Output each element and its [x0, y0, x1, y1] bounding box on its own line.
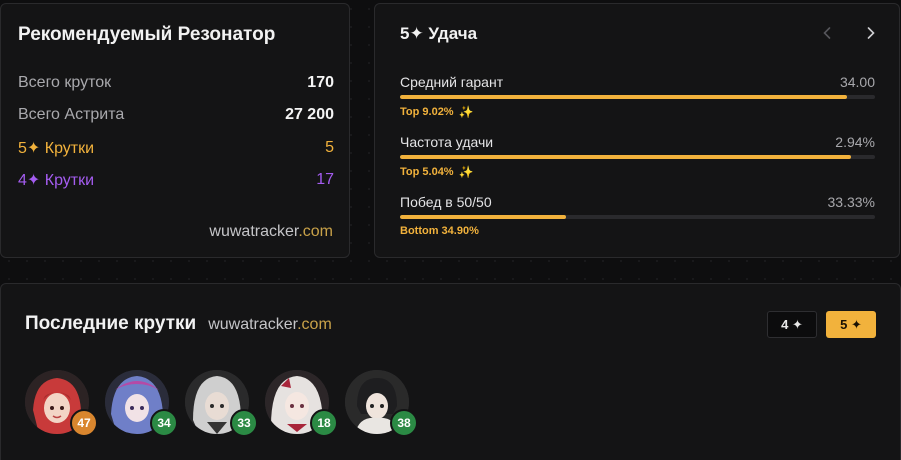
metric-value: 34.00	[839, 74, 875, 90]
recent-pulls-title: Последние крутки	[25, 313, 197, 334]
metric-luck-rate: Частота удачи 2.94% Top 5.04% ✨	[400, 134, 875, 179]
stat-label: 4✦ Крутки	[18, 172, 95, 189]
metric-value: 2.94%	[835, 134, 875, 150]
rank-text: Top 9.02%	[400, 106, 454, 118]
rank-text: Top 5.04%	[400, 166, 454, 178]
metric-rank: Bottom 34.90%	[400, 225, 875, 237]
metric-5050-wins: Побед в 50/50 33.33% Bottom 34.90%	[400, 194, 875, 237]
brand-domain: .com	[297, 316, 332, 333]
rank-text: Bottom 34.90%	[400, 225, 479, 237]
sparkle-icon: ✨	[458, 105, 474, 119]
metric-rank: Top 5.04% ✨	[400, 165, 875, 179]
pull-item[interactable]: 47	[25, 370, 98, 437]
pull-item[interactable]: 34	[105, 370, 178, 437]
stat-label: Всего Астрита	[18, 106, 125, 123]
metric-progress-bar	[400, 215, 875, 219]
stat-total-astrite: Всего Астрита 27 200	[18, 106, 334, 124]
metric-avg-pity: Средний гарант 34.00 Top 9.02% ✨	[400, 74, 875, 119]
stat-value: 27 200	[285, 106, 334, 123]
stat-value: 17	[316, 171, 334, 188]
metric-progress-fill	[400, 95, 847, 99]
metric-label: Частота удачи	[400, 134, 494, 150]
stat-label: 5✦ Крутки	[18, 140, 95, 157]
pull-item[interactable]: 18	[265, 370, 338, 437]
chevron-left-icon[interactable]	[819, 23, 835, 43]
stat-value: 5	[325, 139, 334, 156]
luck-card: 5✦ Удача Средний гарант 34.00 Top 9.02% ✨…	[374, 3, 900, 258]
recent-pulls-card: Последние крутки wuwatracker.com 4 ✦ 5 ✦…	[0, 283, 901, 460]
stat-label: Всего круток	[18, 74, 112, 91]
stat-total-pulls: Всего круток 170	[18, 74, 334, 92]
pull-item[interactable]: 38	[345, 370, 418, 437]
metric-label: Побед в 50/50	[400, 194, 492, 210]
metric-label: Средний гарант	[400, 74, 504, 90]
brand-watermark: wuwatracker.com	[209, 223, 333, 241]
metric-value: 33.33%	[827, 194, 875, 210]
pity-badge: 33	[230, 409, 258, 437]
resonator-card-title: Рекомендуемый Резонатор	[18, 24, 276, 45]
recent-pulls-heading: Последние крутки wuwatracker.com	[25, 313, 332, 335]
pull-item[interactable]: 33	[185, 370, 258, 437]
sparkle-icon: ✨	[458, 165, 474, 179]
stat-value: 170	[307, 74, 334, 91]
pity-badge: 38	[390, 409, 418, 437]
metric-progress-fill	[400, 155, 852, 159]
stat-4star-pulls: 4✦ Крутки 17	[18, 170, 334, 190]
pity-badge: 34	[150, 409, 178, 437]
metric-progress-bar	[400, 95, 875, 99]
resonator-stats-card: Рекомендуемый Резонатор Всего круток 170…	[0, 3, 350, 258]
pity-badge: 18	[310, 409, 338, 437]
pity-badge: 47	[70, 409, 98, 437]
metric-progress-fill	[400, 215, 567, 219]
metric-rank: Top 9.02% ✨	[400, 105, 875, 119]
brand-domain: .com	[298, 223, 333, 240]
luck-card-title: 5✦ Удача	[400, 24, 478, 43]
brand-name: wuwatracker	[209, 223, 299, 240]
brand-watermark: wuwatracker.com	[208, 316, 332, 334]
metric-progress-bar	[400, 155, 875, 159]
brand-name: wuwatracker	[208, 316, 298, 333]
chevron-right-icon[interactable]	[863, 23, 879, 43]
filter-5star-button[interactable]: 5 ✦	[826, 311, 876, 338]
filter-4star-button[interactable]: 4 ✦	[767, 311, 817, 338]
stat-5star-pulls: 5✦ Крутки 5	[18, 138, 334, 158]
